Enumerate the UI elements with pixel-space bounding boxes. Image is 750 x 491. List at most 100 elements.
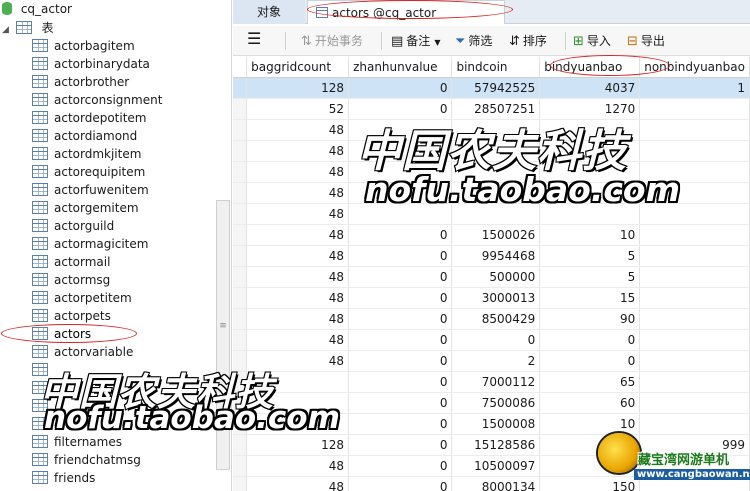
- table-cell[interactable]: 57942525: [451, 77, 541, 99]
- table-row[interactable]: 0 7000112 65: [233, 371, 750, 393]
- table-cell[interactable]: [639, 350, 750, 372]
- tree-item-table[interactable]: actordiamond: [32, 127, 137, 145]
- tree-item-table[interactable]: actorequipitem: [32, 163, 145, 181]
- table-cell[interactable]: 4037: [539, 77, 641, 99]
- table-cell[interactable]: [639, 140, 750, 162]
- table-cell[interactable]: 0: [348, 329, 453, 351]
- table-cell[interactable]: 7500086: [451, 392, 541, 414]
- table-cell[interactable]: 48: [246, 140, 350, 162]
- table-row[interactable]: 48 0 9954468 5: [233, 245, 750, 267]
- tree-item-table[interactable]: actordepotitem: [32, 109, 147, 127]
- table-cell[interactable]: 0: [348, 455, 453, 477]
- table-cell[interactable]: 500000: [451, 266, 541, 288]
- table-cell[interactable]: [639, 371, 750, 393]
- table-cell[interactable]: 5: [539, 245, 641, 267]
- filter-button[interactable]: ⏷ 筛选: [455, 32, 492, 50]
- table-cell[interactable]: 9954468: [451, 245, 541, 267]
- table-cell[interactable]: 48: [246, 182, 350, 204]
- scroll-thumb[interactable]: ≡: [219, 311, 227, 341]
- row-header[interactable]: [233, 203, 248, 225]
- table-cell[interactable]: 15128586: [451, 434, 541, 456]
- table-cell[interactable]: 60: [539, 392, 641, 414]
- table-cell[interactable]: 48: [246, 161, 350, 183]
- tree-item-table[interactable]: actormail: [32, 253, 110, 271]
- table-row[interactable]: 48 0 8500429 90: [233, 308, 750, 330]
- row-header[interactable]: [233, 77, 248, 99]
- table-cell[interactable]: 48: [246, 308, 350, 330]
- table-cell[interactable]: 52: [246, 98, 350, 120]
- table-cell[interactable]: 0: [348, 434, 453, 456]
- table-row[interactable]: 128 0 57942525 4037 1: [233, 77, 750, 99]
- row-header[interactable]: [233, 161, 248, 183]
- table-cell[interactable]: 0: [348, 350, 453, 372]
- tab-objects[interactable]: 对象: [233, 0, 305, 24]
- tree-group-tables[interactable]: ◢ 表: [2, 19, 54, 37]
- table-row[interactable]: 48 0 1500026 10: [233, 224, 750, 246]
- table-cell[interactable]: [639, 119, 750, 141]
- row-header[interactable]: [233, 329, 248, 351]
- row-header[interactable]: [233, 266, 248, 288]
- table-cell[interactable]: 10: [539, 224, 641, 246]
- table-cell[interactable]: 1500008: [451, 413, 541, 435]
- row-header[interactable]: [233, 224, 248, 246]
- table-cell[interactable]: 0: [348, 77, 453, 99]
- table-cell[interactable]: 0: [348, 287, 453, 309]
- sort-button[interactable]: ⇵ 排序: [509, 32, 547, 50]
- table-cell[interactable]: 15: [539, 287, 641, 309]
- table-cell[interactable]: [639, 329, 750, 351]
- table-cell[interactable]: 0: [451, 329, 541, 351]
- table-cell[interactable]: 90: [539, 308, 641, 330]
- tree-item-table[interactable]: actorgemitem: [32, 199, 139, 217]
- table-cell[interactable]: 5: [539, 266, 641, 288]
- row-header[interactable]: [233, 455, 248, 477]
- table-cell[interactable]: 48: [246, 224, 350, 246]
- tree-item-table[interactable]: friends: [32, 469, 95, 487]
- table-cell[interactable]: [639, 266, 750, 288]
- import-button[interactable]: ⊞ 导入: [573, 32, 611, 50]
- tree-item-table[interactable]: actorpets: [32, 307, 111, 325]
- table-row[interactable]: 48 0 500000 5: [233, 266, 750, 288]
- table-cell[interactable]: [639, 224, 750, 246]
- tree-database[interactable]: cq_actor: [2, 0, 72, 18]
- table-cell[interactable]: 1: [639, 77, 750, 99]
- table-cell[interactable]: 0: [348, 371, 453, 393]
- tree-item-table[interactable]: actormsg: [32, 271, 110, 289]
- table-cell[interactable]: 8000134: [451, 476, 541, 491]
- table-cell[interactable]: 0: [348, 476, 453, 491]
- table-cell[interactable]: 0: [348, 245, 453, 267]
- collapse-triangle-icon[interactable]: ◢: [2, 21, 12, 39]
- table-cell[interactable]: 48: [246, 455, 350, 477]
- tree-item-table[interactable]: actorfuwenitem: [32, 181, 149, 199]
- table-cell[interactable]: 128: [246, 77, 350, 99]
- table-cell[interactable]: 0: [348, 266, 453, 288]
- table-cell[interactable]: 0: [539, 329, 641, 351]
- menu-icon[interactable]: ☰: [247, 30, 261, 48]
- table-cell[interactable]: 3000013: [451, 287, 541, 309]
- memo-button[interactable]: ▤ 备注 ▼: [391, 32, 440, 50]
- row-header[interactable]: [233, 98, 248, 120]
- table-cell[interactable]: 10500097: [451, 455, 541, 477]
- tree-item-table[interactable]: actorbrother: [32, 73, 129, 91]
- table-cell[interactable]: 128: [246, 434, 350, 456]
- row-header[interactable]: [233, 308, 248, 330]
- table-cell[interactable]: 0: [348, 224, 453, 246]
- table-row[interactable]: 48 0 3000013 15: [233, 287, 750, 309]
- table-cell[interactable]: 48: [246, 203, 350, 225]
- tree-item-table[interactable]: actormagicitem: [32, 235, 148, 253]
- tree-item-table[interactable]: actorguild: [32, 217, 114, 235]
- table-cell[interactable]: 1500026: [451, 224, 541, 246]
- row-header[interactable]: [233, 140, 248, 162]
- tree-item-table[interactable]: actorvariable: [32, 343, 133, 361]
- table-cell[interactable]: [639, 287, 750, 309]
- table-cell[interactable]: 65: [539, 371, 641, 393]
- row-header[interactable]: [233, 119, 248, 141]
- table-cell[interactable]: 7000112: [451, 371, 541, 393]
- table-cell[interactable]: 48: [246, 329, 350, 351]
- table-cell[interactable]: 10: [539, 413, 641, 435]
- table-cell[interactable]: 0: [539, 350, 641, 372]
- table-cell[interactable]: 2: [451, 350, 541, 372]
- table-cell[interactable]: [639, 98, 750, 120]
- tree-item-table[interactable]: actordmkjitem: [32, 145, 141, 163]
- table-cell[interactable]: 0: [348, 392, 453, 414]
- table-cell[interactable]: 48: [246, 119, 350, 141]
